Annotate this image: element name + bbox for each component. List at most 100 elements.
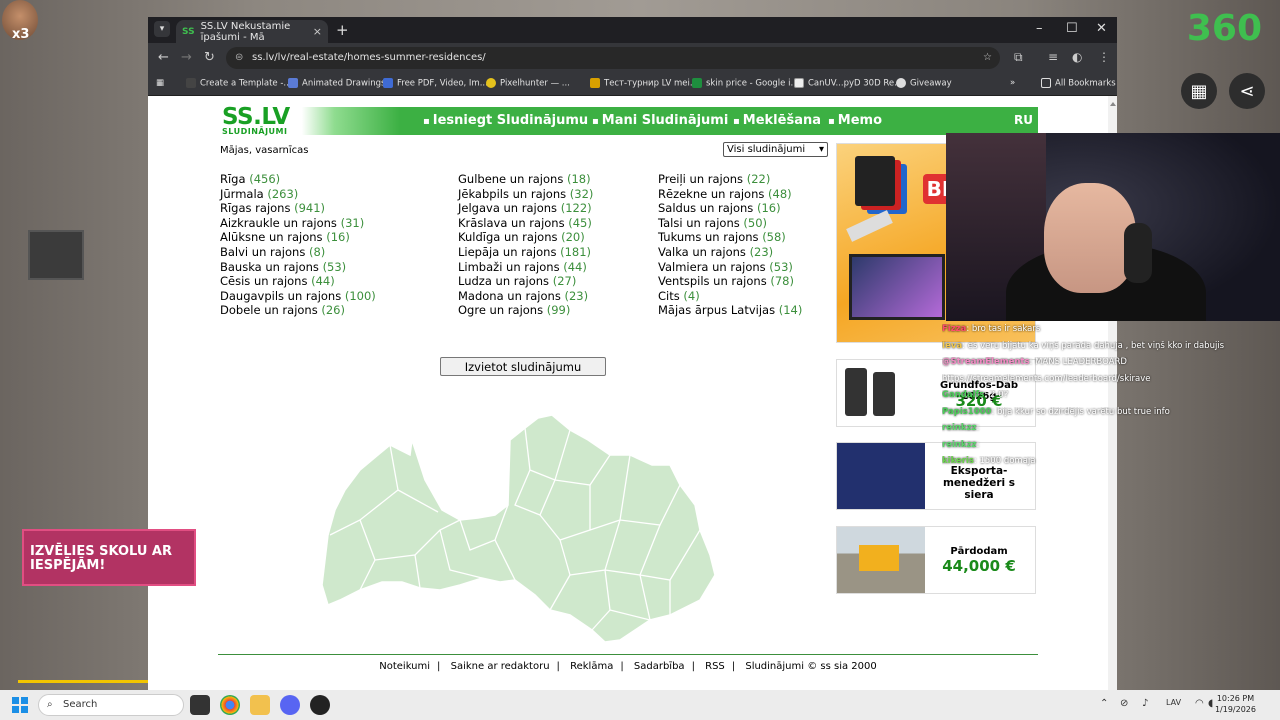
region-link[interactable]: Krāslava un rajons (45) — [458, 216, 593, 231]
chat-message: Fizza: bro tas ir sakars — [942, 324, 1041, 334]
tray-expand-icon[interactable]: ⌃ — [1100, 698, 1108, 709]
footer-cooperation-link[interactable]: Sadarbība — [634, 661, 685, 672]
bookmark-item[interactable]: Pixelhunter — ... — [486, 78, 570, 89]
share-icon[interactable]: ⋖ — [1229, 73, 1265, 109]
lang-switch[interactable]: RU — [1014, 113, 1033, 127]
region-link[interactable]: Rēzekne un rajons (48) — [658, 187, 802, 202]
region-link[interactable]: Valmiera un rajons (53) — [658, 260, 802, 275]
menu-icon[interactable]: ⋮ — [1098, 50, 1110, 64]
footer-ads-link[interactable]: Reklāma — [570, 661, 613, 672]
forward-icon[interactable]: → — [181, 50, 192, 65]
region-link[interactable]: Tukums un rajons (58) — [658, 230, 802, 245]
region-link[interactable]: Valka un rajons (23) — [658, 245, 802, 260]
browser-tab[interactable]: SS SS.LV Nekustamie īpašumi - Mā × — [176, 20, 328, 43]
volume-icon[interactable]: ◖ — [1208, 698, 1213, 709]
region-link[interactable]: Rīgas rajons (941) — [220, 201, 376, 216]
region-link[interactable]: Ventspils un rajons (78) — [658, 274, 802, 289]
close-window-icon[interactable]: ✕ — [1096, 21, 1107, 36]
footer-rss-link[interactable]: RSS — [705, 661, 725, 672]
profile-icon[interactable]: ◐ — [1072, 50, 1082, 64]
region-column-2: Gulbene un rajons (18) Jēkabpils un rajo… — [458, 172, 593, 318]
region-link[interactable]: Bauska un rajons (53) — [220, 260, 376, 275]
chrome-icon[interactable] — [220, 695, 240, 715]
region-link[interactable]: Cēsis un rajons (44) — [220, 274, 376, 289]
task-view-icon[interactable] — [190, 695, 210, 715]
region-link[interactable]: Mājas ārpus Latvijas (14) — [658, 303, 802, 318]
region-link[interactable]: Kuldīga un rajons (20) — [458, 230, 593, 245]
region-link[interactable]: Alūksne un rajons (16) — [220, 230, 376, 245]
address-bar[interactable]: ⊜ ss.lv/lv/real-estate/homes-summer-resi… — [226, 47, 1000, 69]
apps-icon[interactable]: ▦ — [156, 78, 164, 88]
chat-message: Gandalfs: 2-0? — [942, 390, 1009, 400]
region-link[interactable]: Aizkraukle un rajons (31) — [220, 216, 376, 231]
region-link[interactable]: Rīga (456) — [220, 172, 376, 187]
all-bookmarks[interactable]: All Bookmarks — [1041, 78, 1116, 89]
region-link[interactable]: Jēkabpils un rajons (32) — [458, 187, 593, 202]
region-link[interactable]: Cits (4) — [658, 289, 802, 304]
nav-my-ads[interactable]: Mani Sludinājumi — [592, 113, 729, 128]
taskbar-clock[interactable]: 10:26 PM 1/19/2026 — [1215, 693, 1256, 715]
site-logo-sub: SLUDINĀJUMI — [222, 127, 288, 136]
post-ad-button[interactable]: Izvietot sludinājumu — [440, 357, 606, 376]
reload-icon[interactable]: ↻ — [204, 50, 215, 65]
nav-submit-ad[interactable]: Iesniegt Sludinājumu — [423, 113, 588, 128]
map-outline[interactable] — [321, 414, 716, 642]
app-icon[interactable] — [310, 695, 330, 715]
stream-progress-bar — [18, 680, 148, 683]
chat-message: kikeris: 1500 domaja — [942, 456, 1036, 466]
language-indicator[interactable]: LAV — [1166, 698, 1181, 707]
new-tab-icon[interactable]: + — [336, 21, 349, 39]
bookmark-item[interactable]: Giveaway — [896, 78, 952, 89]
bookmark-item[interactable]: Free PDF, Video, Im... — [383, 78, 488, 89]
webcam-person-face — [1044, 183, 1136, 293]
region-link[interactable]: Balvi un rajons (8) — [220, 245, 376, 260]
latvia-region-map[interactable] — [320, 410, 730, 642]
region-link[interactable]: Ludza un rajons (27) — [458, 274, 593, 289]
file-explorer-icon[interactable] — [250, 695, 270, 715]
footer-contact-link[interactable]: Saikne ar redaktoru — [451, 661, 550, 672]
wifi-icon[interactable]: ◠ — [1195, 698, 1204, 709]
region-link[interactable]: Dobele un rajons (26) — [220, 303, 376, 318]
region-link[interactable]: Jelgava un rajons (122) — [458, 201, 593, 216]
ad-excavator[interactable]: Pārdodam 44,000 € — [836, 526, 1036, 594]
region-link[interactable]: Madona un rajons (23) — [458, 289, 593, 304]
extensions-icon[interactable]: ⧉ — [1014, 50, 1023, 65]
nav-memo[interactable]: Memo — [828, 113, 882, 128]
more-bookmarks-icon[interactable]: » — [1010, 78, 1015, 88]
back-icon[interactable]: ← — [158, 50, 169, 65]
region-link[interactable]: Limbaži un rajons (44) — [458, 260, 593, 275]
media-icon[interactable]: ≡ — [1048, 50, 1058, 64]
ad-title: Pārdodam — [950, 546, 1008, 557]
region-link[interactable]: Ogre un rajons (99) — [458, 303, 593, 318]
bookmark-item[interactable]: skin price - Google i... — [692, 78, 799, 89]
region-link[interactable]: Preiļi un rajons (22) — [658, 172, 802, 187]
tray-icon[interactable]: ⊘ — [1120, 698, 1128, 709]
tab-search-icon[interactable]: ▾ — [154, 21, 170, 37]
bookmark-item[interactable]: CanUV...pyD 30D Re... — [794, 78, 902, 89]
maximize-icon[interactable]: ☐ — [1066, 21, 1078, 36]
region-link[interactable]: Liepāja un rajons (181) — [458, 245, 593, 260]
windows-start-icon[interactable] — [12, 697, 28, 713]
footer-rules-link[interactable]: Noteikumi — [379, 661, 430, 672]
region-link[interactable]: Saldus un rajons (16) — [658, 201, 802, 216]
site-info-icon[interactable]: ⊜ — [235, 47, 243, 69]
wall-object — [30, 232, 82, 278]
grid-icon[interactable]: ▦ — [1181, 73, 1217, 109]
region-link[interactable]: Daugavpils un rajons (100) — [220, 289, 376, 304]
microphone-icon[interactable]: ♪ — [1142, 698, 1148, 709]
bookmark-item[interactable]: Тест-турнир LV mei... — [590, 78, 698, 89]
bookmark-item[interactable]: Create a Template -... — [186, 78, 292, 89]
region-link[interactable]: Gulbene un rajons (18) — [458, 172, 593, 187]
region-link[interactable]: Talsi un rajons (50) — [658, 216, 802, 231]
bookmark-star-icon[interactable]: ☆ — [983, 47, 992, 69]
minimize-icon[interactable]: – — [1036, 21, 1043, 36]
close-tab-icon[interactable]: × — [313, 25, 322, 38]
discord-icon[interactable] — [280, 695, 300, 715]
nav-search[interactable]: Meklēšana — [733, 113, 821, 128]
bookmarks-bar: ▦ Create a Template -... Animated Drawin… — [148, 73, 1117, 96]
bookmark-item[interactable]: Animated Drawings — [288, 78, 386, 89]
region-link[interactable]: Jūrmala (263) — [220, 187, 376, 202]
ad-filter-select[interactable]: Visi sludinājumi — [723, 142, 828, 157]
taskbar-search[interactable]: ⌕ Search — [38, 694, 184, 716]
scroll-up-icon[interactable] — [1109, 102, 1116, 106]
